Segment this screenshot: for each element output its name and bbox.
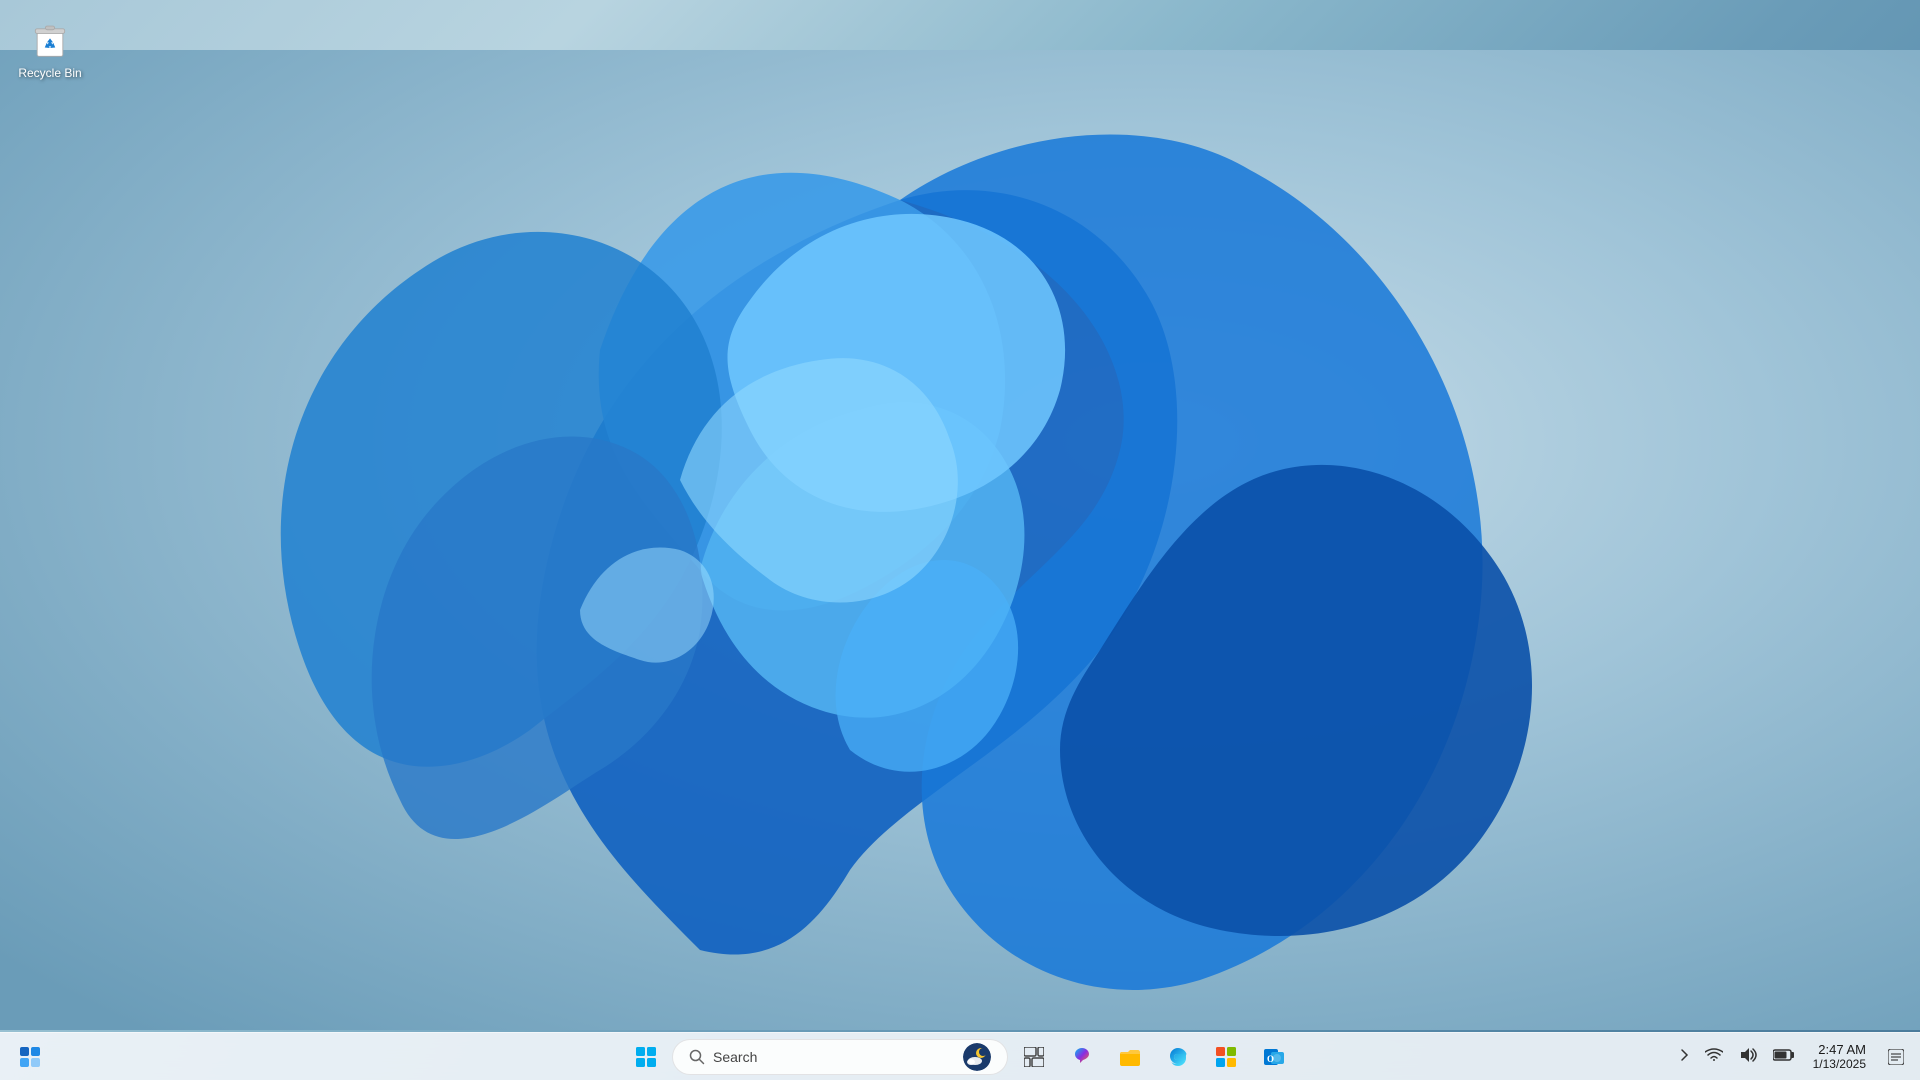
start-button[interactable] [624,1035,668,1079]
clock-date: 1/13/2025 [1813,1057,1866,1071]
copilot-button[interactable] [1060,1035,1104,1079]
widgets-button[interactable] [8,1035,52,1079]
wifi-icon[interactable] [1701,1046,1727,1067]
search-bar[interactable]: Search [672,1039,1008,1075]
search-icon [689,1049,705,1065]
file-explorer-button[interactable] [1108,1035,1152,1079]
search-label: Search [713,1049,955,1065]
taskbar-right: 2:47 AM 1/13/2025 [1675,1040,1912,1073]
outlook-button[interactable]: O [1252,1035,1296,1079]
weather-widget [963,1043,991,1071]
volume-icon[interactable] [1735,1045,1761,1068]
taskbar-center: Search [624,1035,1296,1079]
recycle-bin-icon[interactable]: Recycle Bin [10,10,90,86]
clock-time: 2:47 AM [1818,1042,1866,1057]
desktop: Recycle Bin [0,0,1920,1080]
task-view-button[interactable] [1012,1035,1056,1079]
recycle-bin-label: Recycle Bin [18,66,81,82]
show-hidden-icons-button[interactable] [1675,1046,1693,1067]
notification-icon[interactable] [1880,1041,1912,1073]
store-button[interactable] [1204,1035,1248,1079]
recycle-bin-image [26,14,74,62]
svg-text:O: O [1267,1054,1274,1064]
wallpaper [0,0,1920,1080]
edge-button[interactable] [1156,1035,1200,1079]
taskbar: Search [0,1032,1920,1080]
clock[interactable]: 2:47 AM 1/13/2025 [1807,1040,1872,1073]
taskbar-left [8,1035,52,1079]
battery-icon[interactable] [1769,1046,1799,1067]
